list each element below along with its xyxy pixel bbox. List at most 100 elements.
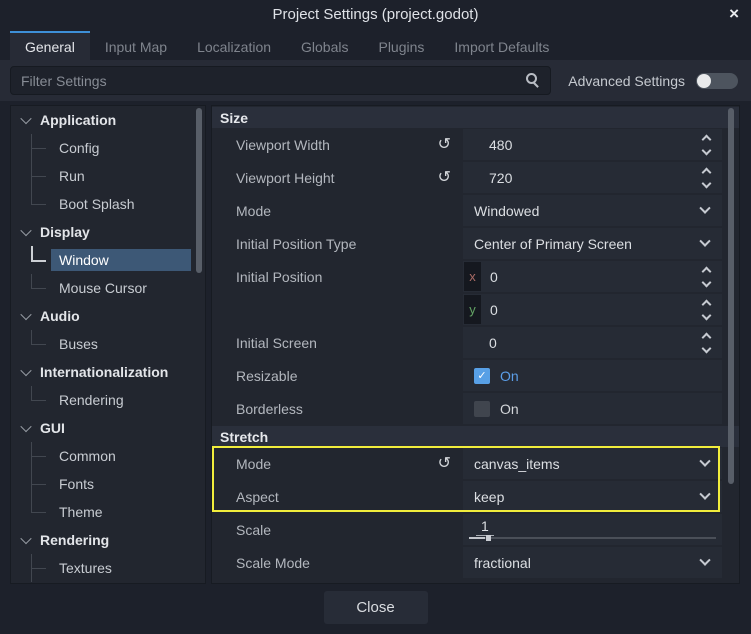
checkbox-label: On [500,368,519,384]
chevron-down-icon [20,113,31,124]
row-stretch-mode: Mode ↺ canvas_items [212,447,739,480]
spin-updown-icon[interactable] [703,136,710,154]
advanced-settings-toggle[interactable] [696,73,738,89]
spin-updown-icon[interactable] [703,334,710,352]
revert-icon[interactable]: ↺ [438,137,451,153]
tab-general[interactable]: General [10,31,90,60]
window-mode-dropdown[interactable]: Windowed [463,195,722,226]
tab-input-map[interactable]: Input Map [90,31,182,60]
slider-track[interactable] [469,537,716,539]
sidebar-item-theme[interactable]: Theme [11,498,205,526]
initial-position-x-spinbox[interactable]: x 0 [463,261,722,292]
chevron-down-icon [699,488,710,499]
viewport-width-spinbox[interactable]: 480 [463,129,722,160]
sidebar-item-display[interactable]: Display [11,218,205,246]
sidebar-item-config[interactable]: Config [11,134,205,162]
sidebar-item-internationalization[interactable]: Internationalization [11,358,205,386]
initial-screen-spinbox[interactable]: 0 [463,327,722,358]
tree-line [31,442,51,470]
tree-line [31,330,51,358]
settings-category-tree: Application Config Run Boot Splash Displ… [10,105,206,584]
initial-position-y-spinbox[interactable]: y 0 [463,294,722,325]
scale-mode-dropdown[interactable]: fractional [463,547,722,578]
sidebar-item-run[interactable]: Run [11,162,205,190]
sidebar-item-common[interactable]: Common [11,442,205,470]
property-label: Scale [236,522,271,538]
dropdown-value: fractional [474,555,531,571]
chevron-down-icon [699,235,710,246]
spin-updown-icon[interactable] [703,301,710,319]
dialog-footer: Close [0,586,751,634]
sidebar-scrollbar[interactable] [196,108,202,273]
sidebar-item-gui[interactable]: GUI [11,414,205,442]
property-editor: Windowed [463,194,739,227]
property-label: Initial Position [236,269,322,285]
slider-fill [469,537,485,539]
tree-line [31,134,51,162]
revert-icon[interactable]: ↺ [438,456,451,472]
main-area: Application Config Run Boot Splash Displ… [0,101,751,586]
row-initial-position-x: Initial Position x 0 [212,260,739,293]
window-titlebar: Project Settings (project.godot) × [0,0,751,28]
row-initial-screen: Initial Screen 0 [212,326,739,359]
property-label: Borderless [236,401,303,417]
tab-localization[interactable]: Localization [182,31,286,60]
row-initial-position-type: Initial Position Type Center of Primary … [212,227,739,260]
sidebar-item-i18n-rendering[interactable]: Rendering [11,386,205,414]
stretch-mode-dropdown[interactable]: canvas_items [463,448,722,479]
tab-import-defaults[interactable]: Import Defaults [439,31,564,60]
revert-icon[interactable]: ↺ [438,170,451,186]
sidebar-item-buses[interactable]: Buses [11,330,205,358]
property-label: Resizable [236,368,297,384]
sidebar-item-window[interactable]: Window [11,246,205,274]
row-resizable: Resizable ✓ On [212,359,739,392]
chevron-down-icon [699,554,710,565]
property-editor: canvas_items [463,447,739,480]
axis-x-chip: x [464,262,481,291]
tab-plugins[interactable]: Plugins [363,31,439,60]
window-close-icon[interactable]: × [725,0,743,28]
checkbox-unchecked[interactable] [474,401,490,417]
row-viewport-height: Viewport Height ↺ 720 [212,161,739,194]
sidebar-item-fonts[interactable]: Fonts [11,470,205,498]
property-editor: keep [463,480,739,513]
sidebar-item-mouse-cursor[interactable]: Mouse Cursor [11,274,205,302]
slider-grabber[interactable] [486,535,491,541]
tree-line [31,470,51,498]
row-stretch-scale: Scale 1 [212,513,739,546]
property-label: Mode [236,203,271,219]
settings-scrollbar[interactable] [728,108,734,484]
filter-bar: Advanced Settings [0,60,751,101]
stretch-aspect-dropdown[interactable]: keep [463,481,722,512]
row-viewport-width: Viewport Width ↺ 480 [212,128,739,161]
tree-line [31,498,51,526]
sidebar-item-textures[interactable]: Textures [11,554,205,582]
sidebar-item-audio[interactable]: Audio [11,302,205,330]
property-label: Viewport Width [236,137,330,153]
property-label-wrap: Initial Position Type [212,227,463,260]
sidebar-item-boot-splash[interactable]: Boot Splash [11,190,205,218]
checkbox-label: On [500,401,519,417]
initial-position-type-dropdown[interactable]: Center of Primary Screen [463,228,722,259]
filter-input-wrap [10,66,551,95]
tree-line [31,554,51,582]
stretch-scale-slider[interactable]: 1 [463,514,722,545]
checkbox-checked[interactable]: ✓ [474,368,490,384]
property-label-wrap: Mode [212,194,463,227]
tree-line [31,162,51,190]
tree-line [31,274,51,302]
filter-settings-input[interactable] [10,66,551,95]
tab-globals[interactable]: Globals [286,31,363,60]
chevron-down-icon [20,365,31,376]
viewport-height-spinbox[interactable]: 720 [463,162,722,193]
spin-updown-icon[interactable] [703,169,710,187]
property-label-wrap: Viewport Width ↺ [212,128,463,161]
close-button[interactable]: Close [324,591,428,624]
window-title: Project Settings (project.godot) [273,6,479,23]
property-label: Aspect [236,489,279,505]
row-borderless: Borderless On [212,392,739,425]
sidebar-item-application[interactable]: Application [11,106,205,134]
advanced-settings-label: Advanced Settings [568,73,685,89]
spin-updown-icon[interactable] [703,268,710,286]
sidebar-item-rendering[interactable]: Rendering [11,526,205,554]
